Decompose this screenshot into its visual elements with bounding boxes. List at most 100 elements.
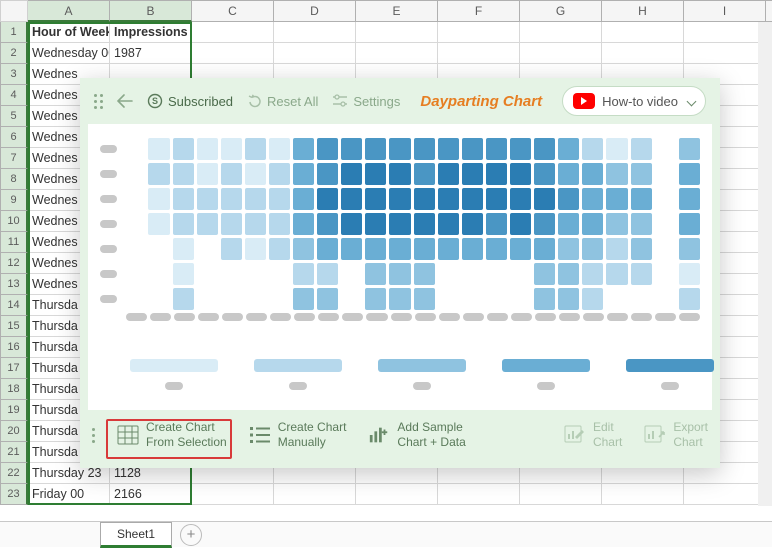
sheet-tab-active[interactable]: Sheet1: [100, 522, 172, 548]
cell[interactable]: [520, 484, 602, 505]
row-header-2[interactable]: 2: [0, 43, 28, 64]
row-header-16[interactable]: 16: [0, 337, 28, 358]
cell[interactable]: [274, 43, 356, 64]
row-header-20[interactable]: 20: [0, 421, 28, 442]
row-header-5[interactable]: 5: [0, 106, 28, 127]
row-header-19[interactable]: 19: [0, 400, 28, 421]
cell[interactable]: [274, 22, 356, 43]
cell[interactable]: Friday 00: [28, 484, 110, 505]
cell[interactable]: [356, 43, 438, 64]
heatmap-cell: [558, 138, 579, 160]
row-header-10[interactable]: 10: [0, 211, 28, 232]
cell[interactable]: [438, 22, 520, 43]
row-header-12[interactable]: 12: [0, 253, 28, 274]
reset-label: Reset All: [267, 94, 318, 109]
back-button[interactable]: [117, 94, 133, 108]
heatmap-cell: [389, 288, 410, 310]
row-header-13[interactable]: 13: [0, 274, 28, 295]
subscribed-indicator[interactable]: S Subscribed: [147, 93, 233, 109]
col-header-D[interactable]: D: [274, 0, 356, 22]
heatmap-col-label: [679, 313, 700, 321]
heatmap-cell: [269, 213, 290, 235]
heatmap-cell: [293, 138, 314, 160]
vertical-scrollbar[interactable]: [758, 22, 772, 506]
row-header-14[interactable]: 14: [0, 295, 28, 316]
cell[interactable]: [356, 484, 438, 505]
row-header-21[interactable]: 21: [0, 442, 28, 463]
cell[interactable]: [192, 22, 274, 43]
heatmap-cell: [269, 288, 290, 310]
heatmap-cell: [221, 263, 242, 285]
select-all-corner[interactable]: [0, 0, 28, 22]
cell[interactable]: Hour of Week: [28, 22, 110, 43]
cell[interactable]: 2166: [110, 484, 192, 505]
svg-text:S: S: [152, 96, 158, 106]
heatmap-grid: [100, 138, 700, 310]
heatmap-cell: [197, 138, 218, 160]
heatmap-cell: [365, 263, 386, 285]
reset-all-button[interactable]: Reset All: [247, 94, 318, 109]
cell[interactable]: 1987: [110, 43, 192, 64]
row-header-7[interactable]: 7: [0, 148, 28, 169]
col-header-G[interactable]: G: [520, 0, 602, 22]
cell[interactable]: [356, 22, 438, 43]
cell[interactable]: [684, 484, 766, 505]
row-header-4[interactable]: 4: [0, 85, 28, 106]
row-header-17[interactable]: 17: [0, 358, 28, 379]
add-sheet-button[interactable]: +: [180, 524, 202, 546]
cell[interactable]: [192, 43, 274, 64]
row-header-11[interactable]: 11: [0, 232, 28, 253]
chevron-down-icon: [687, 96, 697, 106]
row-header-1[interactable]: 1: [0, 22, 28, 43]
add-sample-button[interactable]: Add Sample Chart + Data: [368, 420, 465, 450]
cell[interactable]: [520, 43, 602, 64]
heatmap-cell: [221, 163, 242, 185]
heatmap-cell: [414, 163, 435, 185]
row-header-3[interactable]: 3: [0, 64, 28, 85]
col-header-E[interactable]: E: [356, 0, 438, 22]
row-header-6[interactable]: 6: [0, 127, 28, 148]
drag-handle-icon[interactable]: [94, 94, 103, 109]
cell[interactable]: [602, 43, 684, 64]
cell[interactable]: [274, 484, 356, 505]
heatmap-col-label: [246, 313, 267, 321]
cell[interactable]: [684, 43, 766, 64]
heatmap-cell: [124, 263, 145, 285]
heatmap-cell: [173, 138, 194, 160]
col-header-B[interactable]: B: [110, 0, 192, 22]
export-chart-button[interactable]: Export Chart: [644, 420, 708, 450]
col-header-I[interactable]: I: [684, 0, 766, 22]
row-header-23[interactable]: 23: [0, 484, 28, 505]
heatmap-cell: [124, 163, 145, 185]
cell[interactable]: [602, 484, 684, 505]
col-header-C[interactable]: C: [192, 0, 274, 22]
how-to-video-button[interactable]: How-to video: [562, 86, 706, 116]
cell[interactable]: [438, 43, 520, 64]
create-manually-button[interactable]: Create Chart Manually: [249, 420, 347, 450]
row-header-18[interactable]: 18: [0, 379, 28, 400]
row-header-15[interactable]: 15: [0, 316, 28, 337]
edit-chart-button[interactable]: Edit Chart: [564, 420, 622, 450]
row-header-22[interactable]: 22: [0, 463, 28, 484]
cell[interactable]: [602, 22, 684, 43]
cell[interactable]: [520, 22, 602, 43]
col-header-A[interactable]: A: [28, 0, 110, 22]
cell[interactable]: Impressions: [110, 22, 192, 43]
col-header-F[interactable]: F: [438, 0, 520, 22]
row-header-8[interactable]: 8: [0, 169, 28, 190]
create-from-selection-button[interactable]: Create Chart From Selection: [117, 420, 227, 450]
row-header-9[interactable]: 9: [0, 190, 28, 211]
heatmap-cell: [221, 138, 242, 160]
col-header-J[interactable]: J: [766, 0, 772, 22]
col-header-H[interactable]: H: [602, 0, 684, 22]
footer-drag-icon[interactable]: [92, 428, 95, 443]
cell[interactable]: [438, 484, 520, 505]
cell[interactable]: [192, 484, 274, 505]
cell[interactable]: [684, 22, 766, 43]
settings-button[interactable]: Settings: [332, 94, 400, 109]
create-manual-l1: Create Chart: [278, 420, 347, 435]
cell[interactable]: Wednesday 00: [28, 43, 110, 64]
heatmap-col-label: [270, 313, 291, 321]
panel-footer: Create Chart From Selection Create Chart…: [80, 410, 720, 460]
create-manual-l2: Manually: [278, 435, 347, 450]
